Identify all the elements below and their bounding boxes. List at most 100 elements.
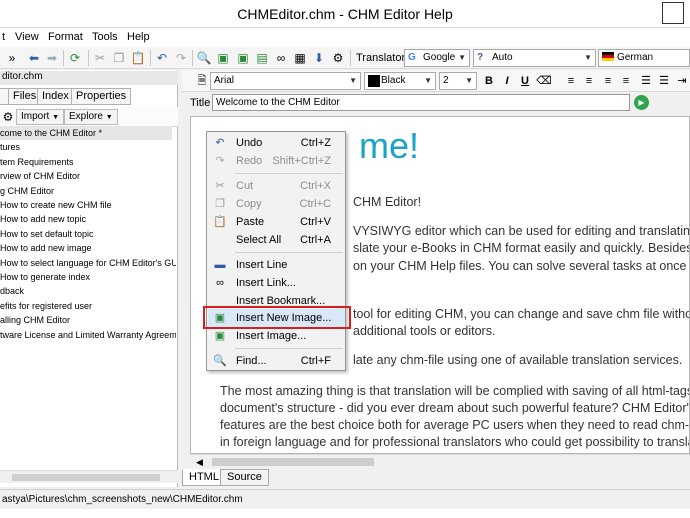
align-left-icon[interactable]: ≡ [563,73,579,89]
menu-view[interactable]: View [15,31,39,43]
settings-gear-icon[interactable]: ⚙ [0,109,16,125]
tree-item[interactable]: How to generate index [0,270,90,284]
table-toolbar-icon[interactable]: ▦ [292,50,308,66]
menu-separator [235,348,343,349]
apply-title-icon[interactable]: ▶ [634,95,649,110]
tree-item[interactable]: tware License and Limited Warranty Agree… [0,328,176,342]
scrollbar-thumb[interactable] [12,474,160,481]
explore-button[interactable]: Explore ▼ [64,109,118,125]
link-toolbar-icon[interactable]: ∞ [273,50,289,66]
menu-item-paste[interactable]: 📋 Paste Ctrl+V [208,213,345,231]
import-button[interactable]: Import ▼ [16,109,65,125]
menu-item-redo[interactable]: ↷ Redo Shift+Ctrl+Z [208,152,345,170]
tree-item[interactable]: tures [0,140,20,154]
target-language-value: German [617,52,654,63]
image-toolbar-icon[interactable]: ▣ [215,50,231,66]
color-select[interactable]: Black ▼ [364,72,436,90]
menu-bar: t View Format Tools Help [0,28,690,47]
font-value: Arial [214,75,235,86]
menu-item-shortcut: Ctrl+C [299,198,331,210]
chevron-down-icon: ▼ [424,76,432,85]
color-swatch-icon [368,75,380,87]
tree-item[interactable]: alling CHM Editor [0,313,70,327]
underline-icon[interactable]: U [517,73,533,89]
menu-format[interactable]: Format [48,31,83,43]
tree-item[interactable]: tem Requirements [0,155,74,169]
align-right-icon[interactable]: ≡ [600,73,616,89]
engine-value: Google [423,52,456,63]
menu-item-copy[interactable]: ❐ Copy Ctrl+C [208,195,345,213]
picture-toolbar-icon[interactable]: ▤ [254,50,270,66]
bulleted-list-icon[interactable]: ☰ [656,73,672,89]
font-select[interactable]: Arial ▼ [210,72,361,90]
tree-item[interactable]: g CHM Editor [0,184,54,198]
translation-engine-select[interactable]: G Google ▼ [404,49,470,67]
indent-icon[interactable]: ⇥ [674,73,690,89]
forward-icon[interactable]: ➡ [44,50,60,66]
doc-line: VYSIWYG editor which can be used for edi… [353,224,690,238]
menu-item-insert-link[interactable]: ∞ Insert Link... [208,274,345,292]
settings-gear-icon[interactable]: ⚙ [330,50,346,66]
menu-item-cut[interactable]: ✂ Cut Ctrl+X [208,177,345,195]
menu-tools[interactable]: Tools [92,31,118,43]
menu-help[interactable]: Help [127,31,150,43]
size-value: 2 [443,75,449,86]
italic-icon[interactable]: I [499,73,515,89]
toolbar-overflow-icon[interactable]: » [4,50,20,66]
menu-item-find[interactable]: 🔍 Find... Ctrl+F [208,352,345,370]
tab-source[interactable]: Source [220,469,269,486]
doc-line: The most amazing thing is that translati… [220,384,690,398]
menu-item-undo[interactable]: ↶ Undo Ctrl+Z [208,134,345,152]
tree-item[interactable]: dback [0,284,24,298]
size-select[interactable]: 2 ▼ [439,72,477,90]
tab-properties[interactable]: Properties [71,88,132,105]
doc-line: additional tools or editors. [353,324,496,338]
tree-item[interactable]: efits for registered user [0,299,92,313]
tree-item[interactable]: How to add new image [0,241,92,255]
find-toolbar-icon[interactable]: 🔍 [196,50,212,66]
menu-item-label: Insert Line [236,259,288,271]
menu-item-label: Undo [236,137,263,149]
redo-toolbar-icon[interactable]: ↷ [173,50,189,66]
clear-format-icon[interactable]: ⌫ [536,73,552,89]
tab-index[interactable]: Index [37,88,74,105]
align-center-icon[interactable]: ≡ [581,73,597,89]
tree-item[interactable]: How to set default topic [0,227,94,241]
font-style-icon[interactable]: 🗎 [194,73,210,89]
format-toolbar: 🗎 Arial ▼ Black ▼ 2 ▼ B I U ⌫ ≡ ≡ ≡ ≡ ☰ … [182,70,690,92]
paste-toolbar-icon[interactable]: 📋 [130,50,146,66]
target-language-select[interactable]: German [598,49,690,67]
cut-toolbar-icon[interactable]: ✂ [92,50,108,66]
scrollbar-thumb[interactable] [212,458,374,466]
back-icon[interactable]: ⬅ [26,50,42,66]
tree-item[interactable]: How to create new CHM file [0,198,112,212]
menu-item-insert-image[interactable]: ▣ Insert Image... [208,327,345,345]
tree-item[interactable]: rview of CHM Editor [0,169,80,183]
editor-horizontal-scrollbar[interactable]: ◀ [190,454,690,468]
tree-item[interactable]: How to add new topic [0,212,86,226]
menu-item-label: Paste [236,216,265,228]
new-image-toolbar-icon[interactable]: ▣ [235,50,251,66]
refresh-icon[interactable]: ⟳ [67,50,83,66]
left-horizontal-scrollbar[interactable] [0,470,178,483]
justify-icon[interactable]: ≡ [618,73,634,89]
menu-item-label: Find... [236,355,267,367]
tree-item[interactable]: come to the CHM Editor * [0,126,172,140]
undo-toolbar-icon[interactable]: ↶ [154,50,170,66]
menu-item-select-all[interactable]: Select All Ctrl+A [208,231,345,249]
bold-icon[interactable]: B [481,73,497,89]
copy-toolbar-icon[interactable]: ❐ [111,50,127,66]
scroll-left-icon[interactable]: ◀ [196,455,203,469]
tree-item[interactable]: How to select language for CHM Editor's … [0,256,176,270]
chevron-down-icon: ▼ [465,76,473,85]
chevron-down-icon: ▼ [349,76,357,85]
export-toolbar-icon[interactable]: ⬇ [311,50,327,66]
source-language-select[interactable]: ? Auto ▼ [473,49,596,67]
window-control-button[interactable] [662,2,684,24]
title-input[interactable]: Welcome to the CHM Editor [212,94,630,111]
menu-item-shortcut: Ctrl+A [300,234,331,246]
main-toolbar: » ⬅ ➡ ⟳ ✂ ❐ 📋 ↶ ↷ 🔍 ▣ ▣ ▤ ∞ ▦ ⬇ ⚙ Transl… [0,47,690,69]
menu-item-insert-line[interactable]: ▬ Insert Line [208,256,345,274]
numbered-list-icon[interactable]: ☰ [638,73,654,89]
menu-edit-partial[interactable]: t [2,31,5,43]
